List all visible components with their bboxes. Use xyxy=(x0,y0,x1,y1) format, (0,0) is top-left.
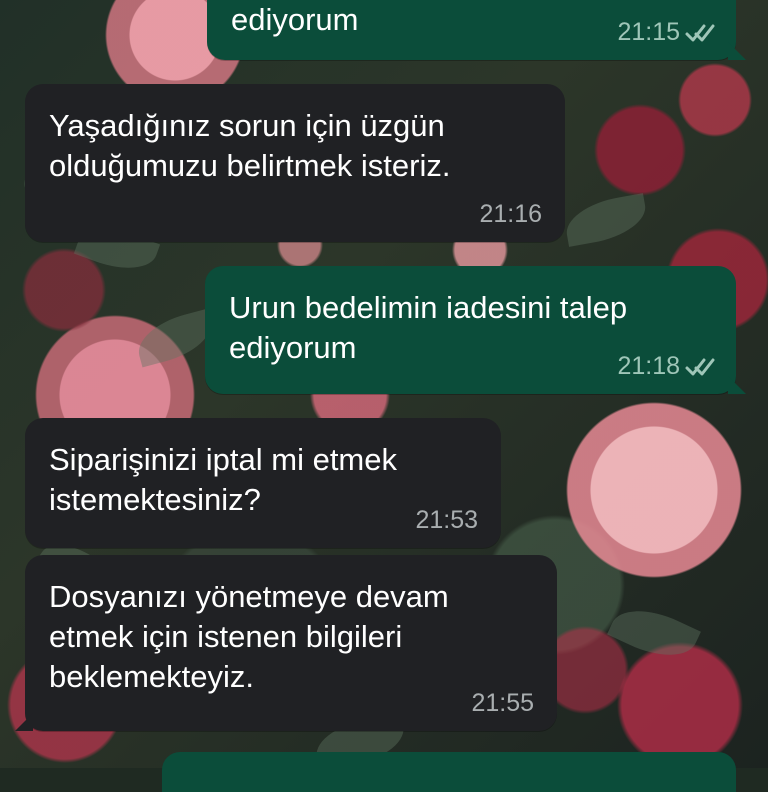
outgoing-message-bubble-partial[interactable] xyxy=(162,752,736,792)
incoming-message-bubble[interactable]: Yaşadığınız sorun için üzgün olduğumuzu … xyxy=(25,84,565,242)
double-check-icon xyxy=(685,24,715,42)
outgoing-message-bubble[interactable]: Urun bedelimin iadesini talep ediyorum 2… xyxy=(205,266,746,394)
outgoing-bubble-tail xyxy=(728,42,746,60)
message-time: 21:15 xyxy=(617,18,680,46)
incoming-bubble-tail xyxy=(15,713,33,731)
message-time: 21:53 xyxy=(415,506,478,534)
incoming-message-bubble[interactable]: Siparişinizi iptal mi etmek istemektesin… xyxy=(25,418,501,548)
message-text: Siparişinizi iptal mi etmek istemektesin… xyxy=(49,442,397,517)
incoming-message-bubble[interactable]: Dosyanızı yönetmeye devam etmek için ist… xyxy=(15,555,557,731)
double-check-icon xyxy=(685,358,715,376)
message-time: 21:18 xyxy=(617,352,680,380)
outgoing-bubble-tail xyxy=(728,376,746,394)
message-list: ediyorum 21:15 Yaşadığınız sorun için üz… xyxy=(0,0,768,792)
message-text: Yaşadığınız sorun için üzgün olduğumuzu … xyxy=(49,108,451,183)
outgoing-message-bubble[interactable]: ediyorum 21:15 xyxy=(207,0,746,60)
message-text: Dosyanızı yönetmeye devam etmek için ist… xyxy=(49,579,449,694)
message-time: 21:55 xyxy=(471,689,534,717)
message-time: 21:16 xyxy=(479,200,542,228)
